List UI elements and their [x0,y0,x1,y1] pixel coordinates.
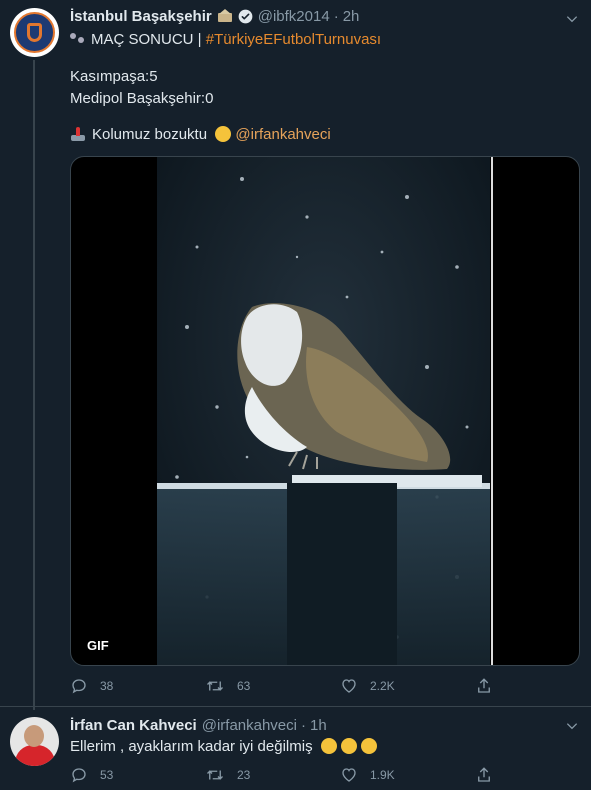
gif-media[interactable]: GIF [70,156,580,666]
tweet-header: İstanbul Başakşehir @ibfk2014 · 2h [70,6,359,26]
score-line-basaksehir: Medipol Başakşehir:0 [70,90,214,107]
retweet-button[interactable]: 23 [205,766,340,784]
grinning-face-emoji-icon [340,738,357,754]
tweet-basaksehir[interactable]: İstanbul Başakşehir @ibfk2014 · 2h MAÇ S… [0,0,591,710]
comment-text: Kolumuz bozuktu [92,126,208,143]
hashtag-link[interactable]: #TürkiyeEFutbolTurnuvası [206,31,381,48]
frame-divider [491,157,493,665]
chevron-down-icon[interactable] [565,719,579,733]
tweet-time[interactable]: 2h [343,8,360,25]
retweet-icon [207,681,223,691]
reply-count: 53 [100,768,114,782]
reply-icon [72,768,86,783]
reply-header: İrfan Can Kahveci @irfankahveci · 1h [70,715,327,735]
film-emoji-icon [70,32,86,46]
separator-dot: · [301,716,306,734]
gif-badge: GIF [81,636,115,655]
reply-actions: 53 23 1.9K [70,766,510,784]
tweet-text-line1: MAÇ SONUCU | #TürkiyeEFutbolTurnuvası [70,31,381,48]
heart-icon [342,768,356,782]
retweet-icon [207,770,223,780]
retweet-button[interactable]: 63 [205,677,340,695]
reply-time[interactable]: 1h [310,717,327,734]
like-count: 2.2K [370,679,395,693]
building-emoji-icon [217,9,233,23]
thread-line [33,60,35,710]
retweet-count: 63 [237,679,251,693]
tweet-irfan-reply[interactable]: İrfan Can Kahveci @irfankahveci · 1h Ell… [0,706,591,790]
grinning-face-emoji-icon [360,738,377,754]
grinning-face-emoji-icon [320,738,337,754]
basaksehir-avatar[interactable] [10,8,59,57]
mention-link[interactable]: @irfankahveci [235,126,330,143]
separator-dot: · [333,7,339,25]
reply-count: 38 [100,679,114,693]
like-button[interactable]: 2.2K [340,677,475,695]
reply-text-line: Ellerim , ayaklarım kadar iyi değilmiş [70,738,377,755]
author-handle[interactable]: @ibfk2014 [258,8,330,25]
reply-author-handle[interactable]: @irfankahveci [202,717,297,734]
owl-image [157,157,490,665]
owl-gif-frame [157,157,490,665]
reply-button[interactable]: 38 [70,677,205,695]
share-icon [478,767,490,782]
reply-author-name[interactable]: İrfan Can Kahveci [70,717,197,734]
heart-icon [342,679,356,693]
score-line-kasimpasa: Kasımpaşa:5 [70,68,158,85]
retweet-count: 23 [237,768,251,782]
reply-button[interactable]: 53 [70,766,205,784]
author-name[interactable]: İstanbul Başakşehir [70,8,212,25]
reply-icon [72,679,86,694]
reply-text: Ellerim , ayaklarım kadar iyi değilmiş [70,738,313,755]
irfan-avatar[interactable] [10,717,59,766]
joystick-emoji-icon [70,126,86,142]
share-button[interactable] [475,766,505,784]
relieved-face-emoji-icon [215,126,232,142]
tweet-actions: 38 63 2.2K [70,677,510,695]
like-count: 1.9K [370,768,395,782]
like-button[interactable]: 1.9K [340,766,475,784]
chevron-down-icon[interactable] [565,12,579,26]
tweet-text-line4: Kolumuz bozuktu @irfankahveci [70,126,331,143]
share-button[interactable] [475,677,505,695]
result-prefix: MAÇ SONUCU | [91,31,202,48]
verified-badge-icon [238,9,253,23]
share-icon [478,678,490,693]
